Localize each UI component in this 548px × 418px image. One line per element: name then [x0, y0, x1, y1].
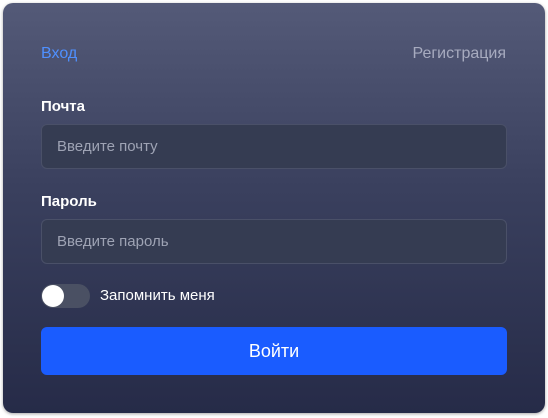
- password-input[interactable]: [41, 219, 507, 264]
- tab-register[interactable]: Регистрация: [412, 44, 506, 64]
- login-button[interactable]: Войти: [41, 327, 507, 375]
- toggle-knob: [42, 285, 64, 307]
- remember-me-toggle[interactable]: [41, 284, 90, 308]
- remember-me-label[interactable]: Запомнить меня: [100, 287, 215, 305]
- password-label: Пароль: [41, 193, 97, 210]
- tab-login[interactable]: Вход: [41, 44, 77, 64]
- login-card: Вход Регистрация Почта Пароль Запомнить …: [3, 3, 545, 413]
- email-label: Почта: [41, 98, 85, 115]
- email-input[interactable]: [41, 124, 507, 169]
